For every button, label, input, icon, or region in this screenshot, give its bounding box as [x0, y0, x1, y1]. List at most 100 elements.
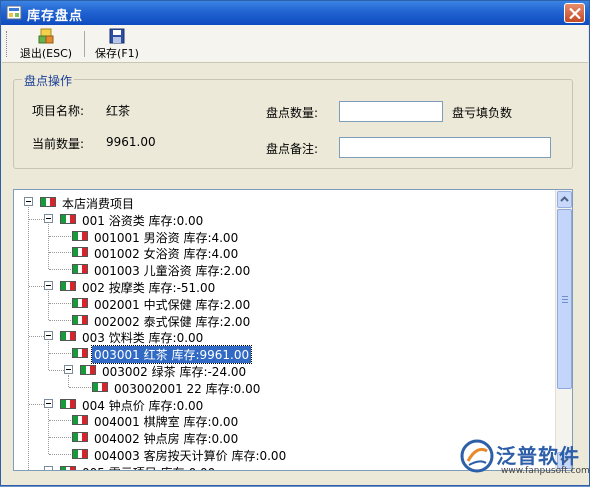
node-flag-icon	[80, 365, 96, 375]
thumb-grip-icon	[562, 296, 568, 303]
tree-node-label: 001 浴资类 库存:0.00	[80, 212, 205, 229]
tree-connector	[49, 353, 73, 354]
tree-node[interactable]: 001002 女浴资 库存:4.00	[14, 244, 554, 260]
watermark-logo: 泛普软件 www.fanpusoft.com	[456, 437, 590, 487]
count-operation-group: 盘点操作 项目名称: 红茶 当前数量: 9961.00 盘点数量: 盘亏填负数 …	[13, 79, 573, 169]
tree-node-label: 002 按摩类 库存:-51.00	[80, 279, 217, 296]
node-flag-icon	[72, 264, 88, 274]
tree-node[interactable]: 004001 棋牌室 库存:0.00	[14, 412, 554, 428]
tree-connector	[29, 404, 44, 405]
tree-node-label: 003 饮料类 库存:0.00	[80, 329, 205, 346]
tree-node-label: 003001 红茶 库存:9961.00	[92, 346, 251, 363]
save-button[interactable]: 保存(F1)	[88, 27, 146, 61]
tree-node-label: 001003 儿童浴资 库存:2.00	[92, 262, 252, 279]
collapse-toggle-icon[interactable]	[44, 466, 53, 471]
tree-node-label: 本店消费项目	[60, 195, 136, 212]
node-flag-icon	[72, 315, 88, 325]
node-flag-icon	[72, 348, 88, 358]
tree-connector	[49, 437, 73, 438]
tree-node[interactable]: 003 饮料类 库存:0.00	[14, 328, 554, 344]
exit-icon	[38, 28, 54, 44]
tree-connector	[49, 269, 73, 270]
node-flag-icon	[72, 415, 88, 425]
title-bar[interactable]: 库存盘点	[1, 1, 589, 25]
node-flag-icon	[72, 247, 88, 257]
toolbar-separator	[84, 31, 85, 57]
count-qty-input[interactable]	[339, 101, 443, 122]
collapse-toggle-icon[interactable]	[64, 365, 73, 374]
collapse-toggle-icon[interactable]	[44, 214, 53, 223]
tree-node-label: 004003 客房按天计算价 库存:0.00	[92, 447, 288, 464]
window-app-icon	[6, 5, 22, 20]
tree-connector	[49, 236, 73, 237]
chevron-up-icon	[558, 192, 571, 207]
tree-node-label: 005 零元项目 库存:0.00	[80, 464, 217, 471]
close-icon	[569, 8, 581, 19]
collapse-toggle-icon[interactable]	[44, 281, 53, 290]
tree-node[interactable]: 003001 红茶 库存:9961.00	[14, 345, 554, 361]
collapse-toggle-icon[interactable]	[24, 197, 33, 206]
tree-connector	[49, 252, 73, 253]
node-flag-icon	[40, 197, 56, 207]
node-flag-icon	[60, 399, 76, 409]
tree-connector	[29, 286, 44, 287]
tree-node-label: 002001 中式保健 库存:2.00	[92, 296, 252, 313]
watermark-url: www.fanpusoft.com	[501, 466, 590, 476]
watermark-brand: 泛普软件	[496, 440, 580, 469]
close-button[interactable]	[564, 3, 585, 23]
remark-label: 盘点备注:	[266, 140, 318, 157]
node-flag-icon	[72, 432, 88, 442]
tree-connector	[49, 454, 73, 455]
node-flag-icon	[72, 231, 88, 241]
scroll-thumb[interactable]	[557, 209, 572, 389]
tree-node[interactable]: 003002001 22 库存:0.00	[14, 379, 554, 395]
group-legend: 盘点操作	[22, 72, 74, 89]
tree-node-label: 002002 泰式保健 库存:2.00	[92, 313, 252, 330]
count-qty-label: 盘点数量:	[266, 104, 318, 121]
node-flag-icon	[92, 382, 108, 392]
toolbar: 退出(ESC) 保存(F1)	[2, 25, 588, 63]
node-flag-icon	[60, 466, 76, 471]
tree-node[interactable]: 002002 泰式保健 库存:2.00	[14, 312, 554, 328]
node-flag-icon	[60, 331, 76, 341]
collapse-toggle-icon[interactable]	[44, 399, 53, 408]
toolbar-grip[interactable]	[6, 31, 9, 57]
node-flag-icon	[60, 281, 76, 291]
tree-node-label: 004 钟点价 库存:0.00	[80, 397, 205, 414]
tree-node-label: 004002 钟点房 库存:0.00	[92, 430, 240, 447]
item-name-label: 项目名称:	[32, 102, 84, 119]
tree-connector	[49, 303, 73, 304]
node-flag-icon	[72, 298, 88, 308]
window-title: 库存盘点	[27, 5, 83, 24]
tree-connector	[29, 336, 44, 337]
tree-connector	[29, 219, 44, 220]
exit-button[interactable]: 退出(ESC)	[14, 27, 78, 61]
tree-node-label: 001002 女浴资 库存:4.00	[92, 245, 240, 262]
tree-node[interactable]: 001001 男浴资 库存:4.00	[14, 228, 554, 244]
tree-node[interactable]: 本店消费项目	[14, 194, 554, 210]
tree-node[interactable]: 002 按摩类 库存:-51.00	[14, 278, 554, 294]
tree-node[interactable]: 003002 绿茶 库存:-24.00	[14, 362, 554, 378]
tree-node[interactable]: 001003 儿童浴资 库存:2.00	[14, 261, 554, 277]
tree-node[interactable]: 004 钟点价 库存:0.00	[14, 396, 554, 412]
remark-input[interactable]	[339, 137, 551, 158]
count-qty-hint: 盘亏填负数	[452, 104, 512, 121]
item-name-value: 红茶	[106, 102, 130, 119]
current-qty-value: 9961.00	[106, 135, 156, 149]
vertical-scrollbar[interactable]	[555, 190, 572, 470]
tree-node[interactable]: 002001 中式保健 库存:2.00	[14, 295, 554, 311]
tree-node-label: 001001 男浴资 库存:4.00	[92, 229, 240, 246]
save-button-label: 保存(F1)	[88, 45, 146, 61]
tree-node[interactable]: 001 浴资类 库存:0.00	[14, 211, 554, 227]
collapse-toggle-icon[interactable]	[44, 331, 53, 340]
tree-node-label: 004001 棋牌室 库存:0.00	[92, 413, 240, 430]
inventory-count-window: 库存盘点 退出(ESC) 保存(F1)	[0, 0, 590, 486]
brand-logo-icon	[460, 439, 494, 473]
tree-node-label: 003002001 22 库存:0.00	[112, 380, 262, 397]
tree-node-label: 003002 绿茶 库存:-24.00	[100, 363, 248, 380]
item-tree-view[interactable]: 本店消费项目001 浴资类 库存:0.00001001 男浴资 库存:4.000…	[13, 189, 573, 471]
exit-button-label: 退出(ESC)	[14, 45, 78, 61]
scroll-up-button[interactable]	[557, 191, 572, 208]
tree-connector	[49, 420, 73, 421]
save-disk-icon	[109, 28, 125, 44]
